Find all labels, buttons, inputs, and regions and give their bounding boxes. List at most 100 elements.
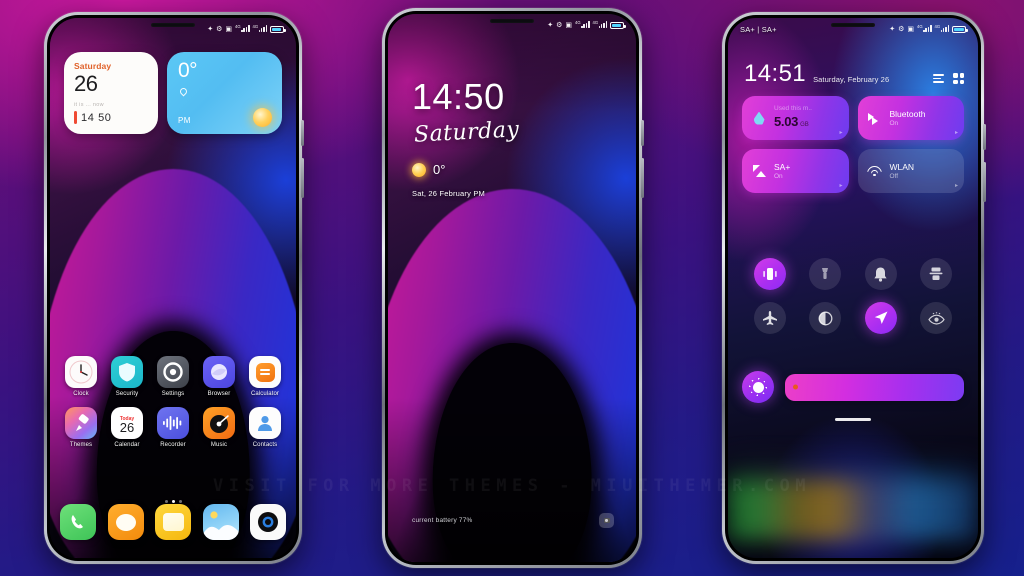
home-screen[interactable]: ✦ ⚙ ▣ 4G 4G Saturday 26 it is ... now 14… — [50, 18, 296, 558]
bluetooth-icon: ✦ — [207, 25, 214, 33]
app-clock[interactable]: Clock — [60, 356, 102, 397]
waveform-icon — [157, 407, 189, 439]
calendar-widget[interactable]: Saturday 26 it is ... now 14 50 — [64, 52, 158, 134]
tile-state: On — [889, 120, 899, 127]
app-contacts[interactable]: Contacts — [244, 407, 286, 448]
control-center-header: 14:51 Saturday, February 26 — [744, 62, 964, 86]
page-dot-active[interactable] — [171, 500, 175, 503]
weather-widget[interactable]: 0° PM — [167, 52, 282, 134]
status-bar: ✦ ⚙ ▣ 4G 4G — [50, 18, 296, 40]
chevron-right-icon[interactable]: ▸ — [955, 129, 958, 136]
page-dot[interactable] — [164, 500, 168, 503]
list-icon[interactable] — [933, 74, 944, 83]
toggle-location[interactable] — [864, 302, 897, 334]
status-carrier: SA+ | SA+ — [740, 24, 777, 34]
page-indicator[interactable] — [50, 500, 296, 503]
app-row-1: Clock Security Settings Browser Calculat… — [60, 356, 286, 397]
tile-state: Off — [889, 173, 899, 180]
blurred-app-row — [728, 480, 978, 540]
calendar-widget-day: Saturday — [74, 61, 112, 71]
app-label: Calendar — [114, 442, 140, 448]
calendar-widget-sub: it is ... now — [74, 102, 104, 109]
toggle-flashlight[interactable] — [809, 258, 842, 290]
calendar-widget-date: 26 — [74, 71, 98, 96]
app-label: Contacts — [252, 442, 278, 448]
tile-sa-plus[interactable]: SA+ On ▸ — [742, 149, 849, 193]
battery-icon — [610, 21, 626, 29]
app-themes[interactable]: Themes — [60, 407, 102, 448]
vibrate-icon: ▣ — [565, 21, 573, 29]
app-security[interactable]: Security — [106, 356, 148, 397]
toggle-airplane-mode[interactable] — [753, 302, 786, 334]
toggle-reading-mode[interactable] — [920, 302, 953, 334]
app-music[interactable]: Music — [198, 407, 240, 448]
phone-handset-icon[interactable] — [60, 504, 96, 540]
signal-4g-icon-1: 4G — [575, 20, 590, 30]
phone-device-home: ✦ ⚙ ▣ 4G 4G Saturday 26 it is ... now 14… — [44, 12, 304, 564]
alarm-icon: ⚙ — [216, 25, 223, 33]
camera-notch — [490, 19, 534, 23]
toggle-ringer[interactable] — [864, 258, 897, 290]
chevron-right-icon[interactable]: ▸ — [955, 182, 958, 189]
toggle-dark-mode[interactable] — [809, 302, 842, 334]
bluetooth-icon: ✦ — [547, 21, 554, 29]
bluetooth-icon — [867, 110, 883, 126]
weather-widget-period: PM — [178, 116, 191, 125]
data-drop-icon — [751, 110, 767, 126]
tile-title: Bluetooth — [889, 109, 926, 119]
status-bar: ✦ ⚙ ▣ 4G 4G — [388, 14, 636, 36]
camera-icon[interactable] — [599, 513, 614, 528]
control-center-screen[interactable]: SA+ | SA+ ✦ ⚙ ▣ 4G 4G 14:51 Saturday, Fe… — [728, 18, 978, 558]
themes-brush-icon — [65, 407, 97, 439]
chevron-right-icon[interactable]: ▸ — [839, 129, 842, 136]
camera-lens-icon[interactable] — [250, 504, 286, 540]
app-recorder[interactable]: Recorder — [152, 407, 194, 448]
lock-clock: 14:50 — [412, 76, 505, 117]
signal-4g-icon-1: 4G — [235, 24, 250, 34]
brightness-slider[interactable] — [785, 373, 964, 401]
lock-temp: 0° — [433, 162, 446, 177]
bluetooth-icon: ✦ — [889, 25, 896, 33]
battery-icon — [270, 25, 286, 33]
photo-icon[interactable] — [202, 504, 239, 540]
calendar-icon: Today 26 — [111, 407, 143, 439]
brightness-row — [742, 371, 964, 403]
toggle-vibrate[interactable] — [753, 258, 786, 290]
message-bubble-icon[interactable] — [107, 504, 144, 540]
chevron-right-icon[interactable]: ▸ — [839, 182, 842, 189]
tile-mobile-data[interactable]: Used this m.. 5.03 GB ▸ — [742, 96, 849, 140]
grid-icon[interactable] — [953, 73, 964, 84]
tile-bluetooth[interactable]: Bluetooth On ▸ — [857, 96, 964, 140]
app-calculator[interactable]: Calculator — [244, 356, 286, 397]
app-label: Clock — [73, 391, 89, 397]
tile-data-value: 5.03 — [774, 114, 799, 129]
camera-notch — [151, 23, 195, 27]
gear-icon — [157, 356, 189, 388]
toggle-cast[interactable] — [920, 258, 953, 290]
tile-wlan[interactable]: WLAN Off ▸ — [857, 149, 964, 193]
shield-icon — [111, 356, 143, 388]
sa-plus-icon — [751, 163, 767, 179]
notes-icon[interactable] — [155, 504, 191, 540]
tile-title: WLAN — [889, 162, 915, 172]
dock — [60, 504, 286, 540]
app-calendar[interactable]: Today 26 Calendar — [106, 407, 148, 448]
calendar-widget-marker — [74, 111, 77, 125]
app-row-2: Themes Today 26 Calendar Recorder Music … — [60, 407, 286, 448]
app-label: Music — [210, 442, 228, 448]
home-indicator[interactable] — [835, 418, 871, 421]
page-dot[interactable] — [178, 500, 182, 503]
wifi-icon — [867, 163, 883, 179]
alarm-icon: ⚙ — [556, 21, 563, 29]
tile-state: On — [774, 173, 783, 180]
app-settings[interactable]: Settings — [152, 356, 194, 397]
tile-used-label: Used this m.. — [774, 105, 812, 112]
app-browser[interactable]: Browser — [198, 356, 240, 397]
widget-row: Saturday 26 it is ... now 14 50 0° PM — [64, 52, 282, 134]
app-label: Calculator — [250, 391, 279, 397]
tile-data-unit: GB — [800, 122, 809, 128]
app-label: Security — [115, 391, 139, 397]
brightness-sun-icon[interactable] — [742, 371, 774, 403]
vinyl-icon — [203, 407, 235, 439]
lock-screen[interactable]: ✦ ⚙ ▣ 4G 4G 14:50 Saturday 0° Sat, 26 Fe… — [388, 14, 636, 562]
